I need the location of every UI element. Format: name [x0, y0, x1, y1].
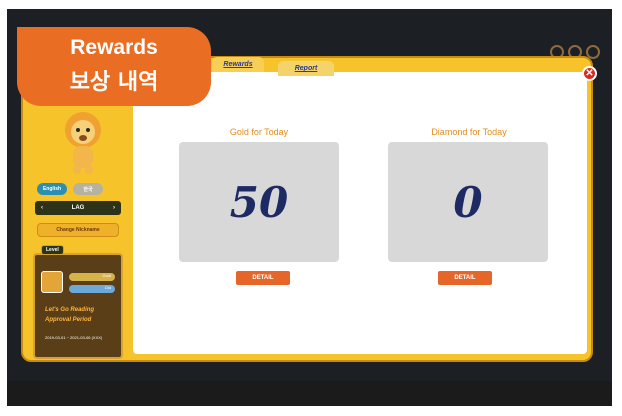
tab-rewards[interactable]: Rewards — [212, 57, 264, 72]
level-label: LAG — [71, 205, 85, 211]
close-icon[interactable]: ✕ — [582, 66, 597, 81]
card-title: Let's Go Reading Approval Period — [45, 307, 95, 323]
card-tag: Level — [41, 245, 64, 255]
chevron-right-icon[interactable]: › — [113, 205, 115, 211]
language-toggle: English 한국 — [37, 183, 103, 195]
gold-title: Gold for Today — [229, 127, 289, 137]
approval-card: Level Gold Dia Let's Go Reading Approval… — [33, 245, 123, 359]
gold-detail-button[interactable]: DETAIL — [236, 271, 290, 285]
lang-english-button[interactable]: English — [37, 183, 67, 195]
tab-report[interactable]: Report — [278, 61, 334, 76]
diamond-value: 0 — [388, 142, 548, 262]
bottom-strip — [7, 381, 612, 406]
badge-subtitle: 보상 내역 — [69, 70, 159, 95]
level-selector[interactable]: ‹ LAG › — [35, 201, 121, 215]
change-nickname-button[interactable]: Change Nickname — [37, 223, 119, 237]
lang-korean-button[interactable]: 한국 — [73, 183, 103, 195]
lion-avatar — [65, 112, 101, 174]
rewards-badge: Rewards 보상 내역 — [17, 27, 211, 106]
diamond-detail-button[interactable]: DETAIL — [438, 271, 492, 285]
profile-sidebar: English 한국 ‹ LAG › Change Nickname Level… — [27, 98, 127, 359]
gold-pill: Gold — [69, 273, 115, 281]
gold-value: 50 — [179, 142, 339, 262]
chevron-left-icon[interactable]: ‹ — [41, 205, 43, 211]
card-avatar — [41, 271, 63, 293]
badge-title: Rewards — [70, 36, 158, 59]
diamond-title: Diamond for Today — [431, 127, 507, 137]
diamond-pill: Dia — [69, 285, 115, 293]
card-date: 2019-03-01 ~ 2021-03-06 (XXX) — [45, 335, 103, 340]
